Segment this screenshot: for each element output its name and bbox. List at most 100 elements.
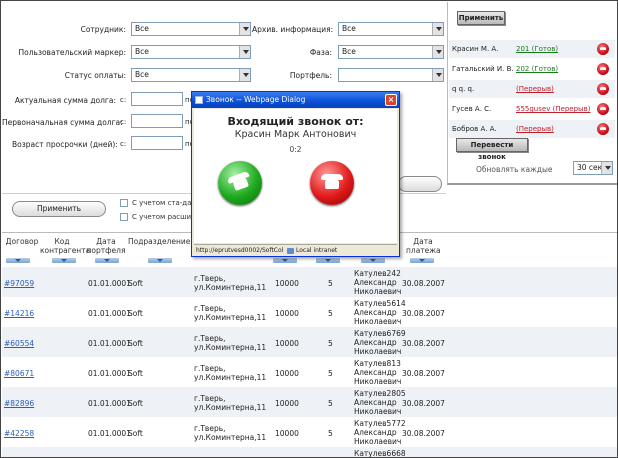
operator-status-link[interactable]: (Перерыв): [516, 120, 554, 138]
table-row[interactable]: #14216 01.01.0001 Soft г.Тверь, ул.Коминтерн…: [2, 297, 617, 327]
contract-link[interactable]: #42258: [4, 429, 34, 438]
division-cell: Soft: [128, 279, 143, 288]
amount-cell: 10000: [275, 339, 299, 348]
operator-row[interactable]: q q. q. (Перерыв): [449, 80, 615, 98]
phone-icon[interactable]: [597, 63, 609, 75]
operator-status-link[interactable]: 555gusev (Перерыв): [516, 100, 590, 118]
contract-link[interactable]: #80671: [4, 369, 34, 378]
answer-call-button[interactable]: [218, 161, 262, 205]
archive-label: Архив. информация:: [252, 25, 334, 34]
overdue-age-from-input[interactable]: [131, 136, 183, 150]
extended-checkbox[interactable]: [120, 213, 128, 221]
days-cell: 5: [328, 399, 333, 408]
table-row[interactable]: #42258 01.01.0001 Soft г.Тверь, ул.Коминтерн…: [2, 417, 617, 447]
employee-select-value: Все: [135, 24, 149, 33]
portfolio-date-cell: 01.01.0001: [88, 309, 131, 318]
chevron-down-icon: [432, 69, 443, 81]
phone-icon[interactable]: [597, 103, 609, 115]
user-marker-label: Пользовательский маркер:: [18, 48, 126, 57]
table-row[interactable]: #97059 01.01.0001 Soft г.Тверь, ул.Коминтерн…: [2, 267, 617, 297]
operator-status-link[interactable]: 202 (Готов): [516, 60, 558, 78]
incoming-call-heading: Входящий звонок от:: [227, 115, 364, 128]
contract-link[interactable]: #97059: [4, 279, 34, 288]
operator-name: q q. q.: [452, 85, 475, 93]
archive-select[interactable]: Все: [338, 22, 444, 36]
operator-row[interactable]: Красин М. А. 201 (Готов): [449, 40, 615, 58]
amount-cell: 10000: [275, 429, 299, 438]
sort-icon[interactable]: [410, 258, 434, 263]
hidden-button[interactable]: [398, 176, 442, 192]
amount-cell: 10000: [275, 279, 299, 288]
phone-icon[interactable]: [597, 123, 609, 135]
column-header-contract[interactable]: Договор: [4, 237, 40, 246]
phase-label: Фаза:: [309, 48, 332, 57]
close-icon[interactable]: ×: [385, 94, 397, 106]
column-header-division[interactable]: Подразделение: [128, 237, 190, 246]
table-row[interactable]: #60554 01.01.0001 Soft г.Тверь, ул.Коминтерн…: [2, 327, 617, 357]
transfer-call-button[interactable]: Перевести звонок: [456, 138, 528, 161]
incoming-call-dialog: Звонок -- Webpage Dialog × Входящий звон…: [191, 91, 400, 257]
user-marker-select[interactable]: Все: [131, 45, 251, 59]
debtor-name-line1-cell: Катулев6769: [354, 329, 406, 338]
division-cell: Soft: [128, 339, 143, 348]
extended-checkbox-label: С учетом расшире: [132, 213, 200, 221]
table-row[interactable]: Катулев6668: [2, 447, 617, 457]
debtor-name-line3-cell: Николаевич: [354, 377, 402, 386]
sort-icon[interactable]: [95, 258, 119, 263]
address-line2-cell: ул.Коминтерна,11: [194, 283, 267, 292]
table-row[interactable]: #82896 01.01.0001 Soft г.Тверь, ул.Коминтерн…: [2, 387, 617, 417]
phone-icon[interactable]: [597, 83, 609, 95]
refresh-interval-select[interactable]: 30 сек: [573, 161, 613, 175]
initial-debt-from-input[interactable]: [131, 114, 183, 128]
chevron-down-icon: [239, 69, 250, 81]
portfolio-select[interactable]: [338, 68, 444, 82]
sort-icon[interactable]: [273, 258, 297, 263]
table-row[interactable]: #80671 01.01.0001 Soft г.Тверь, ул.Коминтерн…: [2, 357, 617, 387]
refresh-label: Обновлять каждые: [476, 165, 553, 174]
phase-select[interactable]: Все: [338, 45, 444, 59]
debtor-name-line2-cell: Александр: [354, 368, 397, 377]
portfolio-date-cell: 01.01.0001: [88, 339, 131, 348]
contract-link[interactable]: #82896: [4, 399, 34, 408]
chevron-down-icon: [432, 23, 443, 35]
employee-label: Сотрудник:: [80, 25, 126, 34]
operator-row[interactable]: Гатальский И. В. 202 (Готов): [449, 60, 615, 78]
apply-button[interactable]: Применить: [457, 11, 505, 25]
sort-icon[interactable]: [52, 258, 76, 263]
standard-checkbox[interactable]: [120, 199, 128, 207]
payment-status-select[interactable]: Все: [131, 68, 251, 82]
operator-status-link[interactable]: 201 (Готов): [516, 40, 558, 58]
operator-row[interactable]: Бобров А. А. (Перерыв): [449, 120, 615, 138]
column-header-payment-date[interactable]: Дата платежа: [406, 237, 441, 255]
amount-cell: 10000: [275, 309, 299, 318]
sort-icon[interactable]: [316, 258, 340, 263]
address-line1-cell: г.Тверь,: [194, 424, 226, 433]
address-line2-cell: ул.Коминтерна,11: [194, 313, 267, 322]
debtor-name-line1-cell: Катулев2805: [354, 389, 406, 398]
apply-filter-button[interactable]: Применить: [12, 201, 106, 217]
contract-link[interactable]: #14216: [4, 309, 34, 318]
actual-debt-from-input[interactable]: [131, 92, 183, 106]
sort-icon[interactable]: [148, 258, 172, 263]
operator-row[interactable]: Гусев А. С. 555gusev (Перерыв): [449, 100, 615, 118]
phone-icon[interactable]: [597, 43, 609, 55]
operator-status-link[interactable]: (Перерыв): [516, 80, 554, 98]
debtor-name-line3-cell: Николаевич: [354, 407, 402, 416]
initial-debt-from-label: с:: [120, 118, 127, 126]
standard-checkbox-label: С учетом ста-дарт: [132, 199, 200, 207]
division-cell: Soft: [128, 429, 143, 438]
column-header-contractor-code[interactable]: Код контрагента: [40, 237, 90, 255]
column-header-portfolio-date[interactable]: Дата портфеля: [86, 237, 126, 255]
sort-icon[interactable]: [361, 258, 385, 263]
refresh-interval-value: 30 сек: [577, 163, 603, 172]
zone-indicator: Local intranet: [286, 245, 337, 256]
contract-link[interactable]: #60554: [4, 339, 34, 348]
operator-name: Бобров А. А.: [452, 125, 497, 133]
employee-select[interactable]: Все: [131, 22, 251, 36]
archive-select-value: Все: [342, 24, 356, 33]
division-cell: Soft: [128, 369, 143, 378]
reject-call-button[interactable]: [310, 161, 354, 205]
portfolio-date-cell: 01.01.0001: [88, 429, 131, 438]
debtor-name-line3-cell: Николаевич: [354, 287, 402, 296]
sort-icon[interactable]: [6, 258, 30, 263]
